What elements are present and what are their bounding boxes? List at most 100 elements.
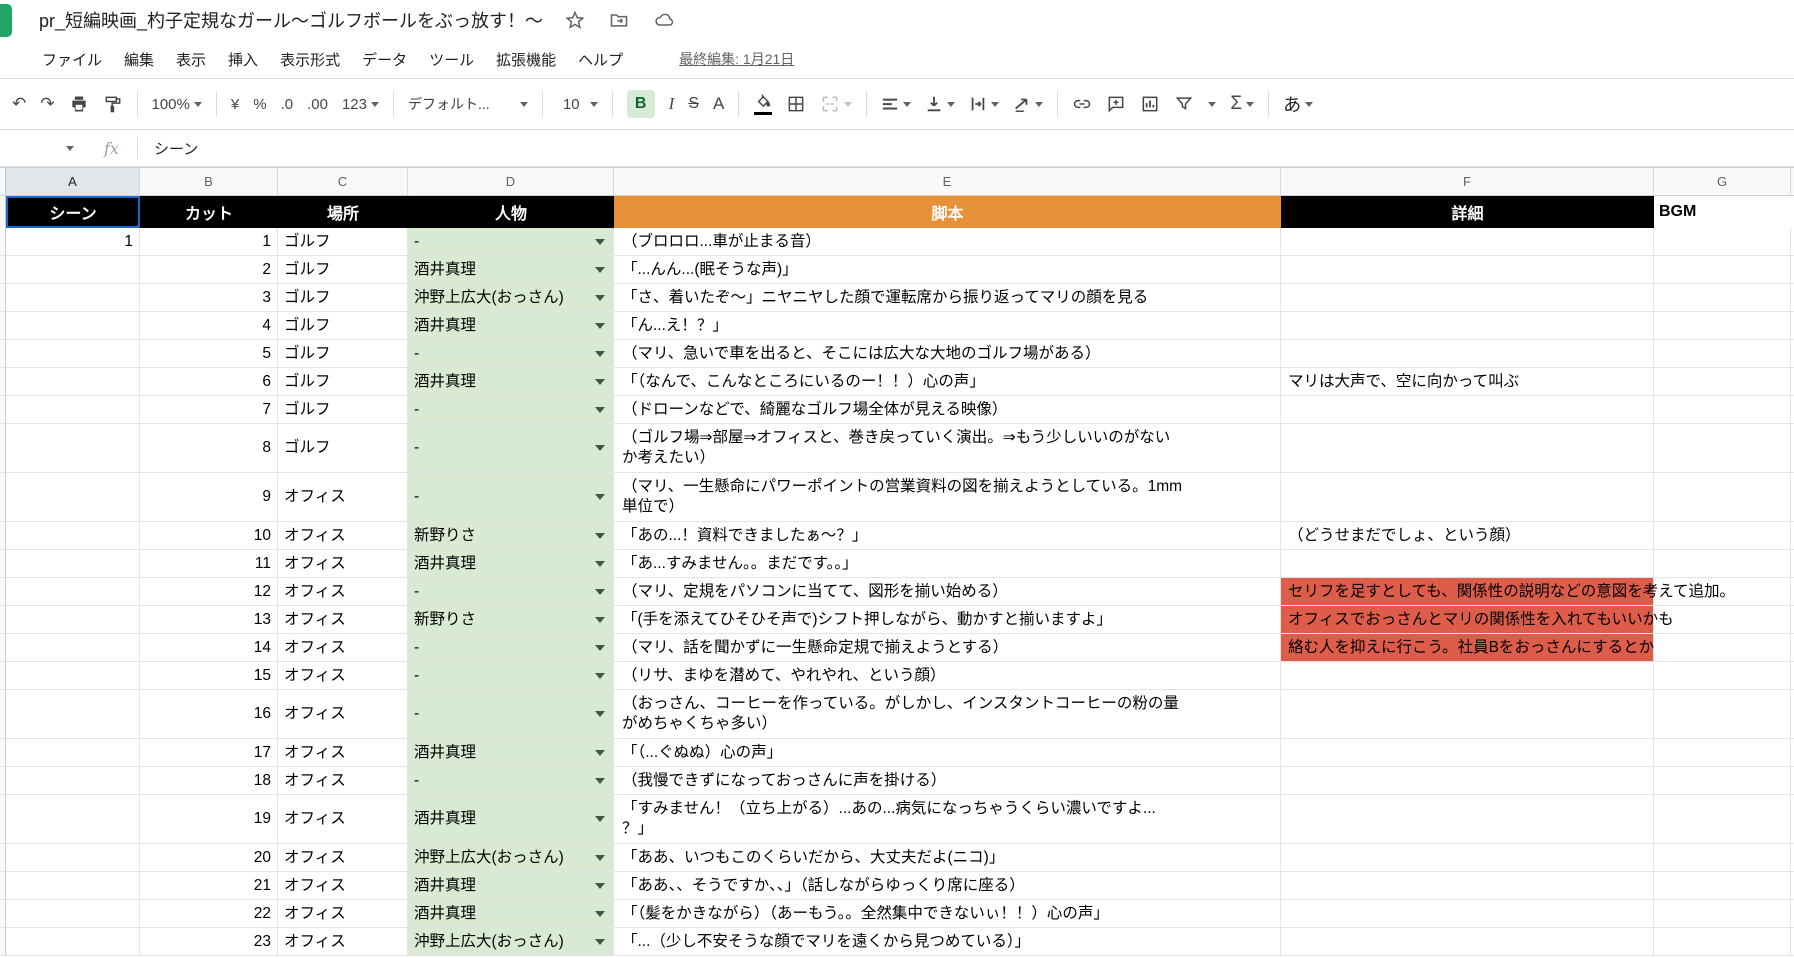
menu-item-3[interactable]: 挿入 — [228, 49, 258, 70]
cell-person[interactable]: - — [408, 340, 614, 367]
bold-button[interactable]: B — [627, 90, 655, 118]
cell-scene[interactable] — [6, 340, 140, 367]
cell-script[interactable]: 「ああ、いつもこのくらいだから、大丈夫だよ(ニコ)」 — [614, 844, 1281, 871]
column-header-C[interactable]: C — [278, 168, 408, 196]
cell-detail[interactable] — [1281, 284, 1654, 311]
text-wrap-button[interactable] — [969, 95, 999, 113]
dropdown-arrow-icon[interactable] — [595, 295, 605, 301]
dropdown-arrow-icon[interactable] — [595, 673, 605, 679]
cell-place[interactable]: ゴルフ — [278, 340, 408, 367]
horizontal-align-button[interactable] — [881, 96, 911, 112]
cell-scene-header[interactable]: シーン — [6, 196, 140, 228]
cell-bgm[interactable] — [1654, 396, 1791, 423]
cell-scene[interactable] — [6, 767, 140, 794]
cell-cut[interactable]: 9 — [140, 473, 278, 521]
cell-place[interactable]: オフィス — [278, 550, 408, 577]
percent-format-button[interactable]: % — [253, 96, 266, 113]
cell-detail[interactable] — [1281, 473, 1654, 521]
dropdown-arrow-icon[interactable] — [595, 407, 605, 413]
cell-place[interactable]: ゴルフ — [278, 396, 408, 423]
dropdown-arrow-icon[interactable] — [595, 323, 605, 329]
move-folder-icon[interactable] — [609, 10, 629, 30]
italic-button[interactable]: I — [669, 94, 675, 114]
column-header-A[interactable]: A — [6, 168, 140, 196]
zoom-select[interactable]: 100% — [152, 96, 202, 113]
cell-cut[interactable]: 1 — [140, 228, 278, 255]
cell-place[interactable]: オフィス — [278, 578, 408, 605]
cell-detail[interactable] — [1281, 340, 1654, 367]
number-format-button[interactable]: 123 — [342, 96, 379, 113]
dropdown-arrow-icon[interactable] — [595, 533, 605, 539]
fill-color-button[interactable] — [753, 93, 772, 115]
cell-script[interactable]: 「（なんで、こんなところにいるのー！！）心の声」 — [614, 368, 1281, 395]
cell-bgm[interactable] — [1654, 368, 1791, 395]
cell-bgm[interactable] — [1654, 767, 1791, 794]
input-method-button[interactable]: あ — [1283, 91, 1313, 117]
cell-bgm[interactable] — [1654, 473, 1791, 521]
cell-person[interactable]: 酒井真理 — [408, 795, 614, 843]
cell-script-header[interactable]: 脚本 — [614, 196, 1281, 228]
insert-comment-button[interactable] — [1106, 94, 1126, 114]
menu-item-1[interactable]: 編集 — [124, 49, 154, 70]
cell-cut[interactable]: 8 — [140, 424, 278, 472]
cell-detail[interactable] — [1281, 424, 1654, 472]
column-header-B[interactable]: B — [140, 168, 278, 196]
star-icon[interactable] — [565, 10, 585, 30]
cell-scene[interactable] — [6, 550, 140, 577]
cell-detail[interactable] — [1281, 928, 1654, 955]
cell-cut[interactable]: 4 — [140, 312, 278, 339]
cell-script[interactable]: 「（...ぐぬぬ）心の声」 — [614, 739, 1281, 766]
cell-script[interactable]: （ブロロロ...車が止まる音） — [614, 228, 1281, 255]
cell-scene[interactable] — [6, 795, 140, 843]
cell-cut[interactable]: 2 — [140, 256, 278, 283]
cell-cut[interactable]: 22 — [140, 900, 278, 927]
currency-format-button[interactable]: ¥ — [231, 96, 239, 113]
cell-person[interactable]: 沖野上広大(おっさん) — [408, 284, 614, 311]
cell-scene[interactable] — [6, 473, 140, 521]
cell-place[interactable]: オフィス — [278, 900, 408, 927]
cell-person[interactable]: - — [408, 578, 614, 605]
font-family-select[interactable]: デフォルト... — [408, 94, 528, 114]
column-header-E[interactable]: E — [614, 168, 1281, 196]
decrease-decimal-button[interactable]: .0 — [281, 96, 294, 113]
cell-bgm[interactable] — [1654, 739, 1791, 766]
borders-button[interactable] — [786, 94, 806, 114]
cell-detail[interactable] — [1281, 767, 1654, 794]
cell-script[interactable]: 「...んん...(眠そうな声)」 — [614, 256, 1281, 283]
column-header-G[interactable]: G — [1654, 168, 1791, 196]
cell-script[interactable]: 「ん...え！？」 — [614, 312, 1281, 339]
cell-place[interactable]: オフィス — [278, 928, 408, 955]
cell-person[interactable]: 新野りさ — [408, 606, 614, 633]
cloud-saved-icon[interactable] — [653, 10, 675, 30]
cell-detail[interactable]: セリフを足すとしても、関係性の説明などの意図を考えて追加。 — [1281, 578, 1654, 605]
cell-place[interactable]: オフィス — [278, 767, 408, 794]
cell-cut-header[interactable]: カット — [140, 196, 278, 228]
cell-place[interactable]: オフィス — [278, 872, 408, 899]
cell-detail[interactable] — [1281, 256, 1654, 283]
cell-cut[interactable]: 18 — [140, 767, 278, 794]
cell-scene[interactable] — [6, 662, 140, 689]
menu-item-6[interactable]: ツール — [429, 49, 474, 70]
dropdown-arrow-icon[interactable] — [595, 379, 605, 385]
cell-place[interactable]: オフィス — [278, 844, 408, 871]
increase-decimal-button[interactable]: .00 — [307, 96, 328, 113]
cell-place[interactable]: オフィス — [278, 690, 408, 738]
cell-detail[interactable] — [1281, 795, 1654, 843]
dropdown-arrow-icon[interactable] — [595, 267, 605, 273]
cell-bgm[interactable] — [1654, 690, 1791, 738]
dropdown-arrow-icon[interactable] — [595, 239, 605, 245]
cell-cut[interactable]: 14 — [140, 634, 278, 661]
dropdown-arrow-icon[interactable] — [595, 711, 605, 717]
cell-cut[interactable]: 20 — [140, 844, 278, 871]
cell-person[interactable]: - — [408, 662, 614, 689]
dropdown-arrow-icon[interactable] — [595, 855, 605, 861]
cell-person[interactable]: - — [408, 473, 614, 521]
menu-item-4[interactable]: 表示形式 — [280, 49, 340, 70]
cell-cut[interactable]: 12 — [140, 578, 278, 605]
cell-cut[interactable]: 6 — [140, 368, 278, 395]
undo-button[interactable]: ↶ — [12, 94, 26, 114]
cell-scene[interactable] — [6, 368, 140, 395]
cell-detail[interactable] — [1281, 396, 1654, 423]
cell-bgm[interactable] — [1654, 550, 1791, 577]
cell-person[interactable]: 酒井真理 — [408, 368, 614, 395]
